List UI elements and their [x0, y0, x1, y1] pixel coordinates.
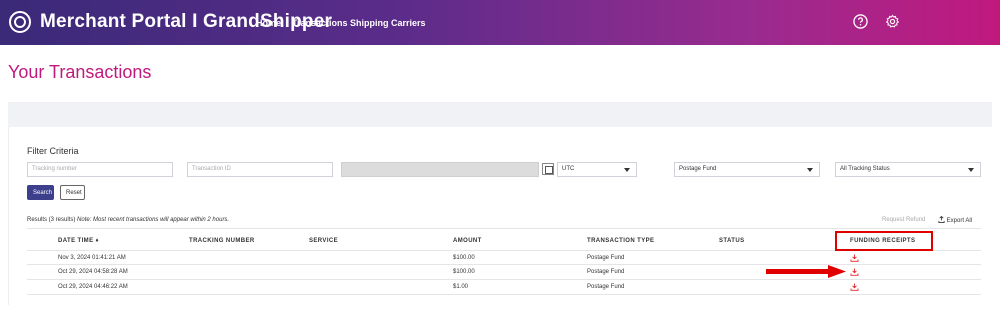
table-top-divider	[27, 228, 981, 229]
request-refund-button[interactable]: Request Refund	[882, 217, 925, 223]
row-divider	[27, 294, 981, 295]
chevron-down-icon	[624, 168, 630, 172]
cell-transaction-type: Postage Fund	[587, 255, 625, 261]
cell-date-time: Oct 29, 2024 04:58:28 AM	[58, 269, 128, 275]
cell-date-time: Oct 29, 2024 04:46:22 AM	[58, 284, 128, 290]
reset-button[interactable]: Reset	[60, 185, 85, 200]
timezone-select[interactable]: UTC	[557, 162, 637, 177]
timezone-value: UTC	[562, 166, 575, 172]
download-icon[interactable]	[850, 268, 859, 276]
column-header-transaction-type: TRANSACTION TYPE	[587, 238, 655, 244]
logo-icon[interactable]	[9, 11, 31, 33]
page-title: Your Transactions	[8, 62, 152, 82]
nav-transactions[interactable]: Transactions	[292, 18, 348, 28]
cell-transaction-type: Postage Fund	[587, 284, 625, 290]
chevron-down-icon	[807, 168, 813, 172]
calendar-icon[interactable]	[542, 163, 554, 175]
results-summary: Results (3 results) Note: Most recent tr…	[27, 217, 229, 223]
column-header-service: SERVICE	[309, 238, 339, 244]
gear-icon[interactable]	[885, 14, 900, 29]
top-navigation-bar: Merchant Portal I GrandShipper Home Tran…	[0, 0, 1000, 45]
arrow-annotation	[766, 265, 846, 278]
download-icon[interactable]	[850, 254, 859, 262]
cell-amount: $100.00	[453, 269, 475, 275]
column-header-tracking-number: TRACKING NUMBER	[189, 238, 255, 244]
results-count: Results (3 results)	[27, 217, 76, 223]
fund-type-select[interactable]: Postage Fund	[674, 162, 820, 177]
filter-criteria-heading: Filter Criteria	[27, 146, 79, 156]
column-header-amount: AMOUNT	[453, 238, 482, 244]
highlight-box-funding-receipts	[835, 231, 933, 251]
cell-transaction-type: Postage Fund	[587, 269, 625, 275]
date-range-input[interactable]	[341, 162, 539, 177]
chevron-down-icon	[968, 168, 974, 172]
brand-title[interactable]: Merchant Portal I GrandShipper	[40, 11, 332, 33]
search-button[interactable]: Search	[27, 185, 54, 200]
nav-shipping-carriers[interactable]: Shipping Carriers	[350, 18, 426, 28]
results-note: Note: Most recent transactions will appe…	[77, 217, 230, 223]
export-all-label: Export All	[946, 218, 973, 224]
cell-date-time: Nov 3, 2024 01:41:21 AM	[58, 255, 126, 261]
transaction-id-input[interactable]: Transaction ID	[187, 162, 333, 177]
column-header-date-time[interactable]: DATE TIME ♦	[58, 238, 99, 244]
nav-home[interactable]: Home	[256, 18, 281, 28]
download-icon[interactable]	[850, 283, 859, 291]
section-band	[8, 102, 992, 127]
export-all-button[interactable]: Export All	[938, 215, 973, 224]
column-header-status: STATUS	[719, 238, 745, 244]
cell-amount: $1.00	[453, 284, 469, 290]
help-icon[interactable]	[853, 14, 868, 29]
row-divider	[27, 279, 981, 280]
tracking-status-value: All Tracking Status	[840, 166, 890, 172]
fund-type-value: Postage Fund	[679, 166, 717, 172]
tracking-number-input[interactable]: Tracking number	[27, 162, 173, 177]
tracking-status-select[interactable]: All Tracking Status	[835, 162, 981, 177]
cell-amount: $100.00	[453, 255, 475, 261]
upload-icon	[938, 215, 945, 223]
